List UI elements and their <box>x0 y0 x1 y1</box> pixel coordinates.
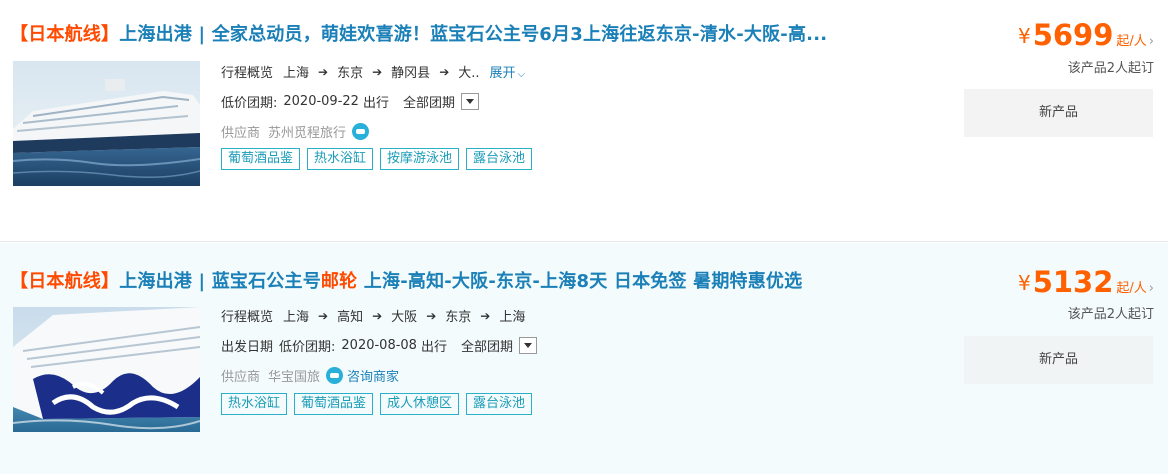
itinerary-label: 行程概览 <box>221 310 274 325</box>
supplier-label: 供应商 <box>221 370 261 385</box>
chevron-right-icon: › <box>1148 281 1154 296</box>
supplier-label: 供应商 <box>221 126 261 141</box>
date-label: 低价团期: <box>221 96 278 111</box>
group-select-value: 全部团期 <box>460 340 513 355</box>
feature-tags: 热水浴缸 葡萄酒品鉴 成人休憩区 露台泳池 <box>221 393 533 415</box>
currency-symbol: ¥ <box>1017 24 1031 48</box>
port: 静冈县 <box>391 66 431 81</box>
feature-tag: 成人休憩区 <box>380 393 460 415</box>
feature-tags: 葡萄酒品鉴 热水浴缸 按摩游泳池 露台泳池 <box>221 148 533 170</box>
port: 大.. <box>458 66 480 81</box>
dropdown-icon[interactable] <box>460 93 479 110</box>
product-title-text: 上海出港 | 蓝宝石公主号 <box>119 271 321 292</box>
product-title-link[interactable]: 【日本航线】上海出港 | 全家总动员，萌娃欢喜游！蓝宝石公主号6月3上海往返东京… <box>10 20 827 46</box>
supplier-row: 供应商 华宝国旅 咨询商家 <box>221 366 399 385</box>
price-unit: 起/人 <box>1116 281 1147 296</box>
group-select-value: 全部团期 <box>402 96 455 111</box>
new-product-button[interactable]: 新产品 <box>964 89 1153 137</box>
product-title-text: 上海-高知-大阪-东京-上海8天 日本免签 暑期特惠优选 <box>357 271 803 292</box>
product-card: 【日本航线】上海出港 | 全家总动员，萌娃欢喜游！蓝宝石公主号6月3上海往返东京… <box>0 0 1168 242</box>
price[interactable]: ¥5699 起/人 › <box>1018 18 1154 52</box>
supplier-name: 华宝国旅 <box>268 370 321 385</box>
feature-tag: 热水浴缸 <box>307 148 374 170</box>
expand-label: 展开 <box>489 66 516 81</box>
new-product-button[interactable]: 新产品 <box>964 336 1153 384</box>
price-value: 5132 <box>1032 265 1114 299</box>
feature-tag: 葡萄酒品鉴 <box>294 393 374 415</box>
supplier-name: 苏州觅程旅行 <box>268 126 347 141</box>
feature-tag: 葡萄酒品鉴 <box>221 148 301 170</box>
product-thumbnail[interactable] <box>13 61 200 186</box>
depart-label: 出行 <box>362 96 389 111</box>
chevron-right-icon: › <box>1148 34 1154 49</box>
arrow-right-icon: ➔ <box>318 308 329 323</box>
min-people-note: 该产品2人起订 <box>1067 61 1154 76</box>
chevron-down-icon: ⌵ <box>517 69 526 80</box>
itinerary-row: 行程概览 上海 ➔ 高知 ➔ 大阪 ➔ 东京 ➔ 上海 <box>221 306 526 326</box>
arrow-right-icon: ➔ <box>318 64 329 79</box>
arrow-right-icon: ➔ <box>372 64 383 79</box>
price-value: 5699 <box>1032 18 1114 52</box>
feature-tag: 按摩游泳池 <box>380 148 460 170</box>
consult-merchant-link[interactable]: 咨询商家 <box>347 366 399 385</box>
depart-label: 出行 <box>420 340 447 355</box>
arrow-right-icon: ➔ <box>480 308 491 323</box>
product-card: 【日本航线】上海出港 | 蓝宝石公主号邮轮 上海-高知-大阪-东京-上海8天 日… <box>0 243 1168 474</box>
cruise-ship-image <box>13 307 200 432</box>
product-thumbnail[interactable] <box>13 307 200 432</box>
feature-tag: 热水浴缸 <box>221 393 288 415</box>
arrow-right-icon: ➔ <box>372 308 383 323</box>
date-value: 2020-08-08 <box>341 338 417 353</box>
port: 上海 <box>283 310 310 325</box>
product-title-link[interactable]: 【日本航线】上海出港 | 蓝宝石公主号邮轮 上海-高知-大阪-东京-上海8天 日… <box>10 267 802 293</box>
date-prefix: 出发日期 <box>221 340 274 355</box>
itinerary-label: 行程概览 <box>221 66 274 81</box>
product-title-text: 上海出港 | 全家总动员，萌娃欢喜游！蓝宝石公主号6月3上海往返东京-清水-大阪… <box>119 24 828 45</box>
arrow-right-icon: ➔ <box>439 64 450 79</box>
chat-icon[interactable] <box>352 123 370 140</box>
date-row: 低价团期: 2020-09-22 出行 全部团期 <box>221 92 479 111</box>
port: 上海 <box>283 66 310 81</box>
date-value: 2020-09-22 <box>283 94 359 109</box>
date-row: 出发日期 低价团期: 2020-08-08 出行 全部团期 <box>221 336 537 355</box>
port: 高知 <box>337 310 364 325</box>
price[interactable]: ¥5132 起/人 › <box>1018 265 1154 299</box>
chat-icon[interactable] <box>326 367 344 384</box>
route-tag: 【日本航线】 <box>10 24 120 45</box>
currency-symbol: ¥ <box>1017 271 1031 295</box>
dropdown-icon[interactable] <box>519 337 537 354</box>
port: 东京 <box>337 66 364 81</box>
min-people-note: 该产品2人起订 <box>1067 307 1154 322</box>
port: 上海 <box>499 310 526 325</box>
feature-tag: 露台泳池 <box>466 393 533 415</box>
cruise-ship-image <box>13 61 200 186</box>
price-unit: 起/人 <box>1116 34 1147 49</box>
supplier-row: 供应商 苏州觅程旅行 <box>221 122 373 141</box>
itinerary-row: 行程概览 上海 ➔ 东京 ➔ 静冈县 ➔ 大.. 展开 ⌵ <box>221 62 526 82</box>
arrow-right-icon: ➔ <box>426 308 437 323</box>
date-label: 低价团期: <box>279 340 336 355</box>
feature-tag: 露台泳池 <box>466 148 533 170</box>
port: 大阪 <box>391 310 418 325</box>
product-title-highlight: 邮轮 <box>320 271 358 292</box>
route-tag: 【日本航线】 <box>10 271 120 292</box>
expand-itinerary-link[interactable]: 展开 ⌵ <box>490 62 526 81</box>
port: 东京 <box>445 310 472 325</box>
